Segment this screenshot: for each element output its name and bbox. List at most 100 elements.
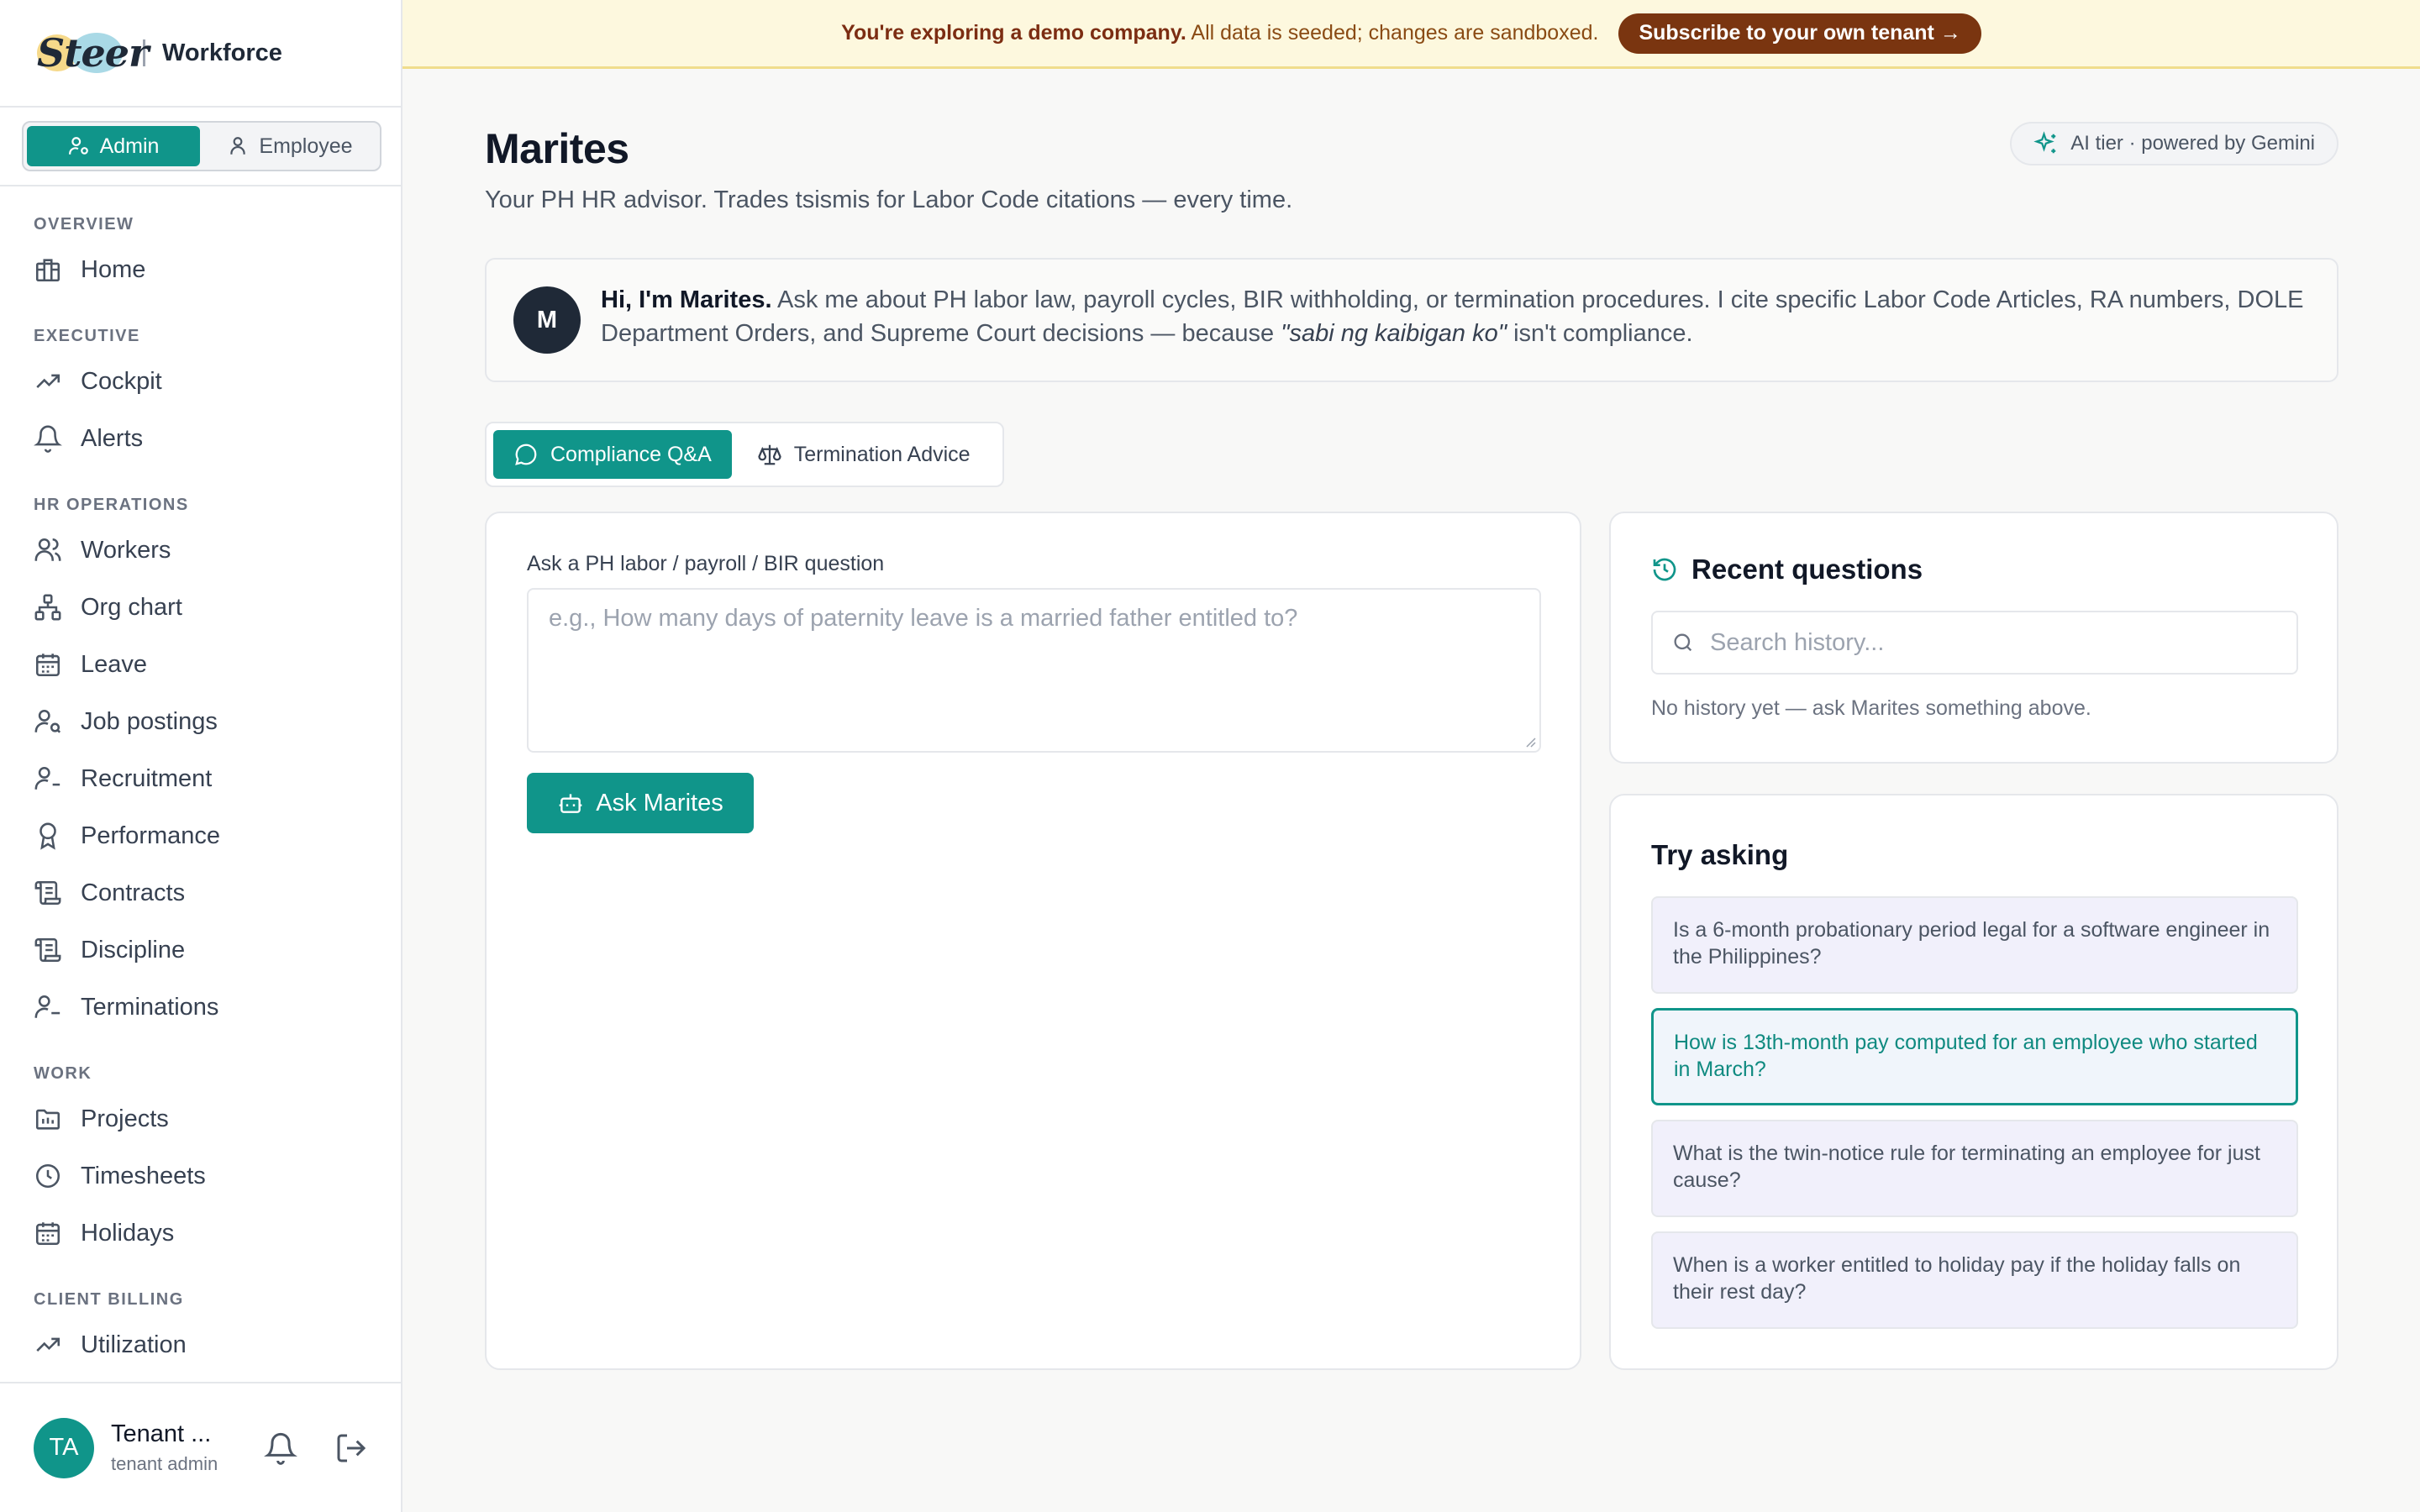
tab-label: Termination Advice [793, 442, 971, 466]
sidebar-item-org-chart[interactable]: Org chart [34, 579, 367, 636]
user-cog-icon [68, 137, 88, 155]
recent-questions-card: Recent questions Search history... No hi… [1609, 512, 2338, 764]
sidebar-item-label: Holidays [81, 1219, 175, 1247]
admin-role-button[interactable]: Admin [27, 126, 200, 166]
home-icon [35, 259, 60, 282]
recent-title-label: Recent questions [1691, 554, 1923, 585]
sidebar-item-projects[interactable]: Projects [34, 1090, 367, 1147]
nav-section-overview: OVERVIEW [34, 215, 134, 234]
sidebar-item-label: Home [81, 255, 146, 283]
question-label: Ask a PH labor / payroll / BIR question [527, 552, 885, 575]
nav-section-client-billing: CLIENT BILLING [34, 1290, 184, 1309]
sidebar-item-holidays[interactable]: Holidays [34, 1205, 367, 1262]
calendar-icon [35, 1222, 60, 1246]
sidebar-item-home[interactable]: Home [34, 241, 367, 298]
user-minus-icon [34, 995, 60, 1018]
role-switch-area: Admin Employee [0, 108, 401, 186]
trending-up-icon [36, 374, 60, 388]
scale-icon [758, 444, 781, 465]
ai-tier-badge: AI tier · powered by Gemini [2010, 122, 2338, 165]
bell-icon[interactable] [264, 1431, 297, 1465]
sidebar-item-label: Recruitment [81, 764, 213, 792]
mode-tabs: Compliance Q&A Termination Advice [485, 422, 1004, 487]
recent-title: Recent questions [1651, 554, 2296, 585]
scroll-icon [34, 880, 61, 906]
nav-section-executive: EXECUTIVE [34, 327, 140, 345]
resize-handle-icon[interactable] [1523, 734, 1536, 748]
sidebar-item-recruitment[interactable]: Recruitment [34, 750, 367, 807]
sidebar-item-alerts[interactable]: Alerts [34, 410, 367, 467]
intro-greeting: Hi, I'm Marites. [601, 286, 772, 313]
intro-quote: "sabi ng kaibigan ko" [1281, 320, 1507, 347]
employee-role-button[interactable]: Employee [203, 126, 376, 166]
user-plus-icon [34, 766, 60, 790]
demo-banner: You're exploring a demo company. All dat… [402, 0, 2420, 69]
sidebar-item-label: Performance [81, 822, 221, 849]
sidebar-item-discipline[interactable]: Discipline [34, 921, 367, 979]
user-bar: TA Tenant ... tenant admin [0, 1382, 401, 1512]
ask-marites-button[interactable]: Ask Marites [527, 773, 754, 833]
sidebar-item-workers[interactable]: Workers [34, 522, 367, 579]
sidebar-item-utilization[interactable]: Utilization [34, 1316, 367, 1373]
tab-termination-advice[interactable]: Termination Advice [737, 430, 991, 479]
nav-section-work: WORK [34, 1064, 92, 1083]
sidebar-item-label: Terminations [81, 993, 219, 1021]
intro-message: Hi, I'm Marites. Ask me about PH labor l… [601, 283, 2310, 350]
sidebar-item-label: Cockpit [81, 367, 162, 395]
ask-card: Ask a PH labor / payroll / BIR question … [485, 512, 1581, 1370]
message-circle-icon [515, 444, 537, 465]
nav-section-hr-operations: HR OPERATIONS [34, 496, 189, 514]
tab-compliance-qa[interactable]: Compliance Q&A [493, 430, 732, 479]
history-empty-state: No history yet — ask Marites something a… [1651, 696, 2091, 720]
sidebar-item-label: Discipline [81, 936, 186, 963]
history-search-input[interactable]: Search history... [1651, 611, 2298, 675]
sidebar: Steer Workforce Admin Employee OVERVIEW … [0, 0, 402, 1512]
user-role: tenant admin [111, 1453, 218, 1474]
suggestion-item[interactable]: What is the twin-notice rule for termina… [1651, 1120, 2298, 1217]
product-name: Workforce [162, 39, 282, 66]
brand-header: Steer Workforce [0, 0, 401, 108]
avatar[interactable]: TA [34, 1417, 94, 1478]
sidebar-item-performance[interactable]: Performance [34, 807, 367, 864]
question-input[interactable]: e.g., How many days of paternity leave i… [527, 588, 1541, 753]
suggestion-item[interactable]: Is a 6-month probationary period legal f… [1651, 896, 2298, 994]
user-name: Tenant ... [111, 1420, 212, 1447]
main-content: Marites Your PH HR advisor. Trades tsism… [485, 69, 2338, 1370]
sidebar-item-timesheets[interactable]: Timesheets [34, 1147, 367, 1205]
admin-label: Admin [99, 134, 160, 158]
role-toggle: Admin Employee [22, 121, 381, 171]
sidebar-item-contracts[interactable]: Contracts [34, 864, 367, 921]
try-asking-title: Try asking [1651, 839, 1789, 870]
sidebar-item-job-postings[interactable]: Job postings [34, 693, 367, 750]
org-chart-icon [34, 594, 61, 621]
sidebar-item-label: Org chart [81, 593, 182, 621]
question-placeholder: e.g., How many days of paternity leave i… [549, 605, 1298, 632]
banner-detail: All data is seeded; changes are sandboxe… [1191, 21, 1599, 45]
marites-avatar: M [513, 286, 581, 354]
sidebar-item-leave[interactable]: Leave [34, 636, 367, 693]
employee-label: Employee [259, 134, 353, 158]
sidebar-item-terminations[interactable]: Terminations [34, 979, 367, 1036]
sidebar-item-label: Alerts [81, 424, 144, 452]
tab-label: Compliance Q&A [550, 442, 712, 466]
logout-icon[interactable] [334, 1431, 368, 1465]
suggestion-item[interactable]: How is 13th-month pay computed for an em… [1651, 1008, 2298, 1105]
steer-logo[interactable]: Steer [34, 29, 149, 76]
logo-text: Steer [37, 30, 149, 76]
suggestion-list: Is a 6-month probationary period legal f… [1651, 896, 2298, 1329]
user-info: Tenant ... tenant admin [111, 1420, 229, 1475]
bot-icon [559, 794, 582, 813]
user-icon [230, 137, 246, 155]
sidebar-item-label: Leave [81, 650, 148, 678]
page-header: Marites Your PH HR advisor. Trades tsism… [485, 69, 2338, 220]
sidebar-item-label: Job postings [81, 707, 218, 735]
sidebar-item-label: Contracts [81, 879, 186, 906]
subscribe-button[interactable]: Subscribe to your own tenant → [1618, 13, 1981, 54]
suggestion-item[interactable]: When is a worker entitled to holiday pay… [1651, 1231, 2298, 1329]
award-icon [39, 822, 56, 850]
sidebar-item-cockpit[interactable]: Cockpit [34, 353, 367, 410]
page-subtitle: Your PH HR advisor. Trades tsismis for L… [485, 186, 1293, 213]
sidebar-item-label: Utilization [81, 1331, 187, 1358]
sparkles-icon [2033, 131, 2056, 154]
sidebar-item-label: Workers [81, 536, 171, 564]
